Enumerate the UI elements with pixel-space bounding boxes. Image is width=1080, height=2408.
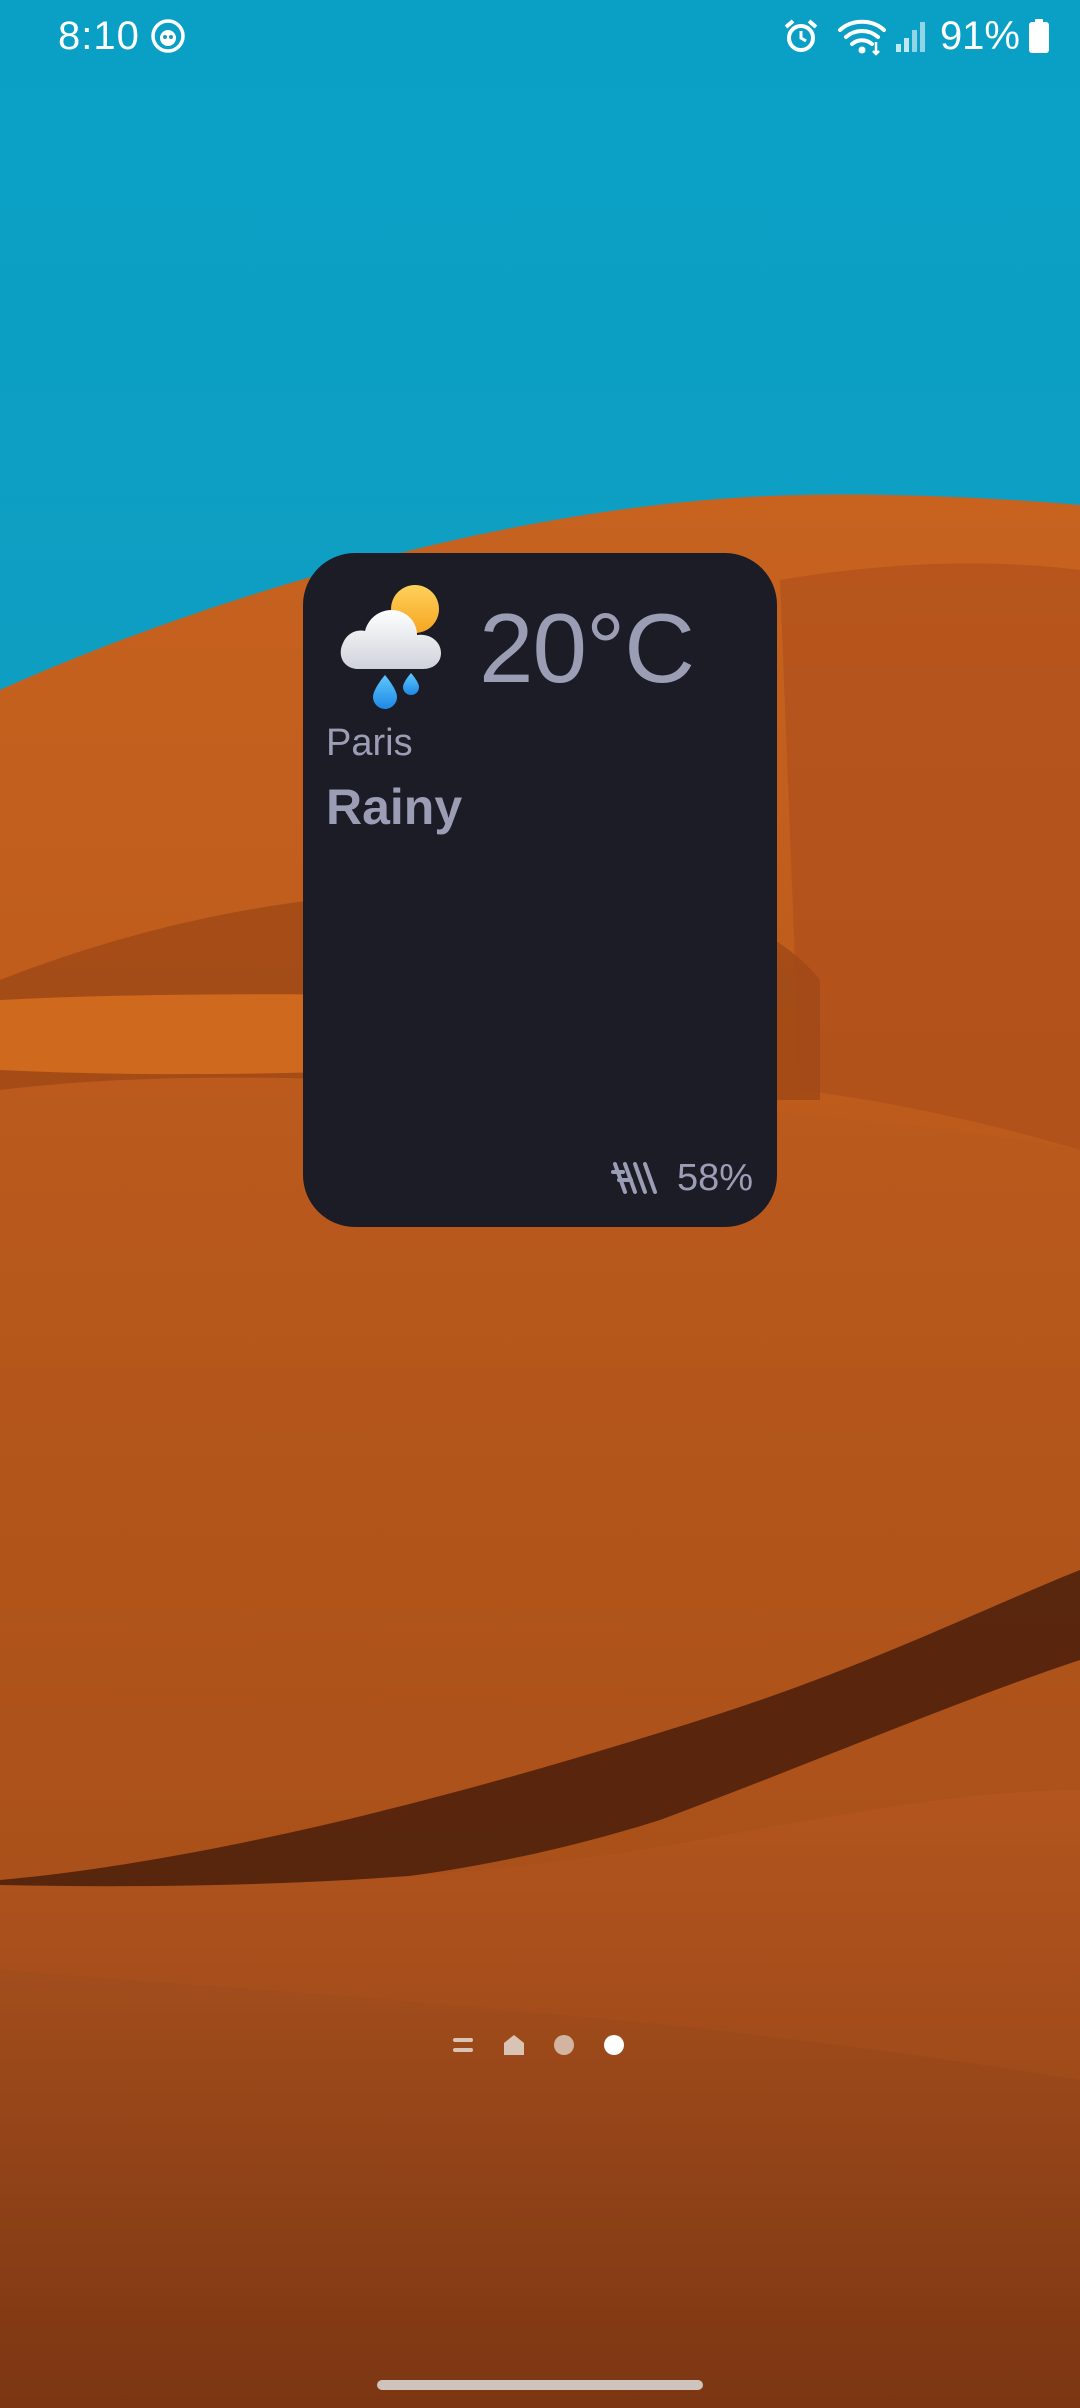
humidity-icon [610,1162,657,1194]
humidity-value: 58% [676,1157,753,1199]
alarm-icon [784,19,818,52]
status-time: 8:10 [58,14,140,58]
weather-widget[interactable]: 20°C Paris Rainy 58% [303,553,777,1227]
status-bar: 8:10 91% [0,0,1080,72]
cloud-sun-rain-icon [340,585,441,709]
gesture-handle[interactable] [377,2380,703,2390]
weather-condition: Rainy [326,779,463,835]
notification-app-icon [151,19,185,53]
signal-icon [895,22,925,52]
temperature: 20°C [479,593,695,703]
page-indicator[interactable] [450,2030,630,2060]
battery-percent: 91% [939,14,1020,58]
battery-icon [1029,19,1049,53]
humidity-readout: 58% [610,1153,753,1203]
city-name: Paris [326,722,413,764]
status-icons: 91% [782,14,1050,58]
home-screen: 8:10 91% 20°C Paris Rainy 58% [0,0,1080,2408]
menu-page-icon[interactable] [452,2030,474,2060]
wifi-icon [837,19,886,56]
home-page-icon[interactable] [502,2030,526,2060]
page-dot-active[interactable] [602,2030,626,2060]
page-dot[interactable] [552,2030,576,2060]
